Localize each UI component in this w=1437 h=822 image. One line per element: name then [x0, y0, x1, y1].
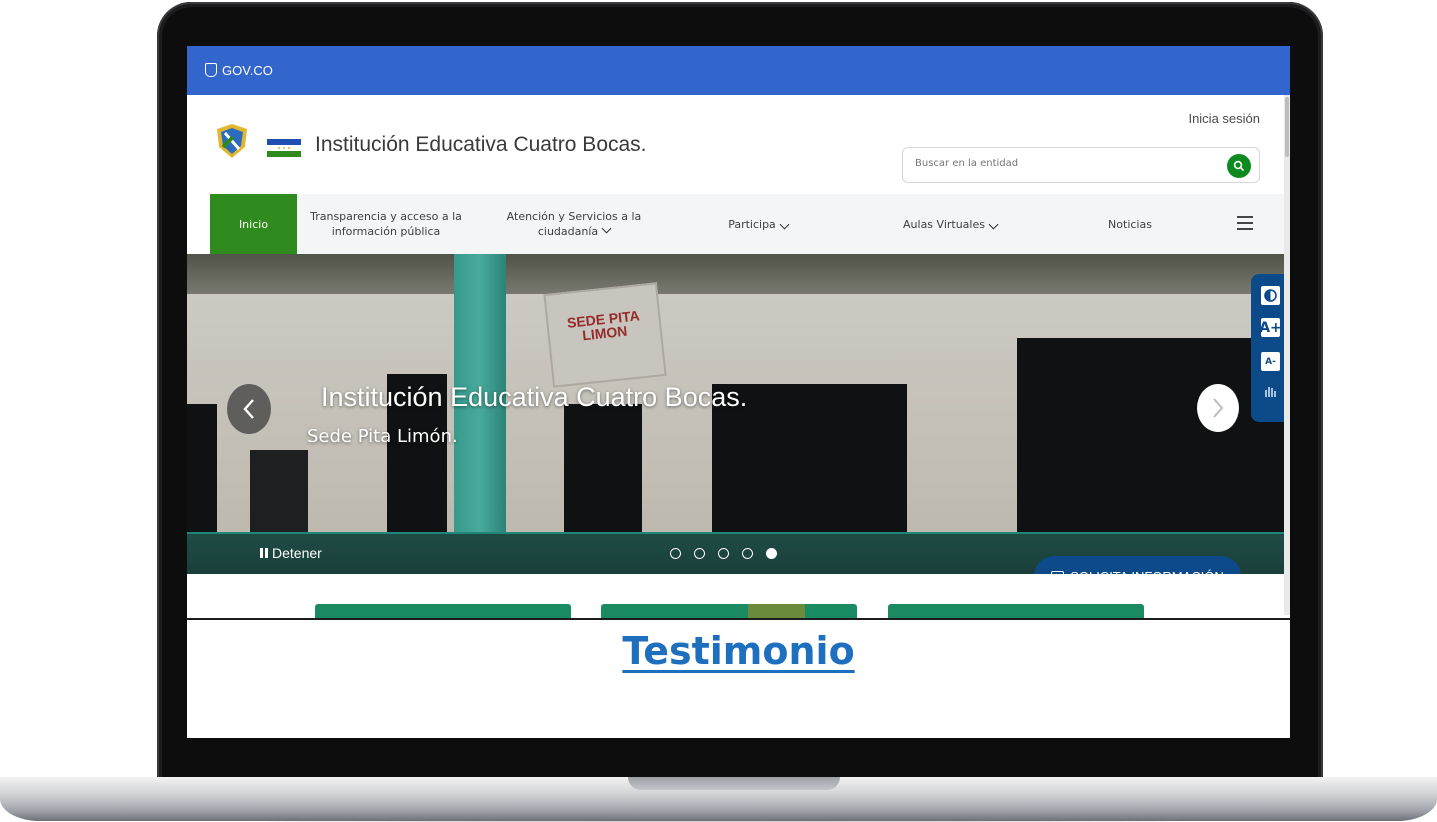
scrollbar[interactable] [1284, 95, 1290, 615]
decrease-font-button[interactable]: A- [1261, 352, 1280, 371]
nav-item-participa[interactable]: Participa [698, 194, 818, 254]
sign-language-icon[interactable] [1261, 382, 1280, 401]
login-link[interactable]: Inicia sesión [1188, 111, 1260, 126]
nav-item-atencion[interactable]: Atención y Servicios a la ciudadanía [492, 194, 656, 254]
carousel-dot[interactable] [742, 548, 753, 559]
divider [187, 618, 1290, 620]
search-button[interactable] [1227, 154, 1251, 178]
nav-item-aulas-virtuales[interactable]: Aulas Virtuales [880, 194, 1020, 254]
search-box [902, 147, 1260, 183]
hero-carousel: SEDE PITA LIMON Institución Educativa Cu… [187, 254, 1290, 574]
section-heading: Testimonio [187, 629, 1290, 673]
nav-item-transparencia[interactable]: Transparencia y acceso a la información … [302, 194, 470, 254]
search-input[interactable] [913, 157, 1207, 170]
card[interactable] [315, 604, 571, 618]
carousel-next-button[interactable] [1197, 384, 1239, 432]
gov-logo-text: GOV.CO [222, 63, 273, 78]
testimonio-link[interactable]: Testimonio [622, 629, 854, 673]
school-shield-logo[interactable] [215, 123, 249, 159]
site-title[interactable]: Institución Educativa Cuatro Bocas. [315, 133, 647, 157]
search-icon [1233, 160, 1245, 172]
chevron-down-icon [988, 219, 999, 229]
pause-button[interactable]: Detener [260, 545, 322, 561]
flag-icon [267, 139, 301, 157]
gov-emblem-icon [205, 63, 217, 77]
hamburger-icon[interactable] [1237, 216, 1253, 230]
card[interactable] [888, 604, 1144, 618]
laptop-screen: GOV.CO Institución Educativa Cuatro Boca… [187, 46, 1290, 738]
carousel-dot[interactable] [694, 548, 705, 559]
slide-subtitle: Sede Pita Limón. [307, 426, 458, 447]
chevron-left-icon [243, 399, 254, 419]
gov-bar: GOV.CO [187, 46, 1290, 95]
site-header: Institución Educativa Cuatro Bocas. Inic… [187, 95, 1290, 194]
cards-strip [187, 574, 1290, 618]
carousel-indicators [670, 548, 777, 559]
laptop-notch [628, 777, 840, 790]
pause-icon [260, 548, 268, 558]
slide-title: Institución Educativa Cuatro Bocas. [321, 382, 748, 412]
chevron-down-icon [779, 219, 790, 229]
gov-logo[interactable]: GOV.CO [197, 58, 283, 84]
nav-item-noticias[interactable]: Noticias [1085, 194, 1175, 254]
main-nav: Inicio Transparencia y acceso a la infor… [210, 194, 1290, 254]
carousel-prev-button[interactable] [227, 384, 271, 434]
chevron-down-icon [601, 223, 612, 234]
carousel-dot[interactable] [718, 548, 729, 559]
increase-font-button[interactable]: A+ [1259, 318, 1282, 337]
contrast-icon[interactable] [1261, 286, 1280, 305]
card[interactable] [601, 604, 857, 618]
carousel-dot-active[interactable] [766, 548, 777, 559]
chevron-right-icon [1213, 398, 1224, 418]
nav-item-inicio[interactable]: Inicio [210, 194, 297, 254]
carousel-dot[interactable] [670, 548, 681, 559]
